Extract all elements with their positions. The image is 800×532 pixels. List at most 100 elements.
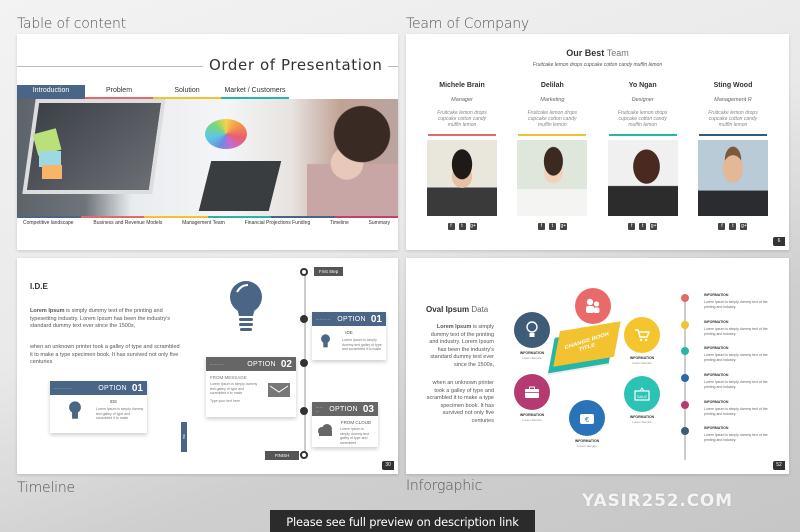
label-head: INFORMATION <box>519 351 545 355</box>
slide-title: Order of Presentation <box>203 56 389 74</box>
timeline-dot[interactable] <box>681 427 689 435</box>
header-caption: — — — — — <box>54 386 73 390</box>
google-plus-icon[interactable]: g+ <box>559 223 567 230</box>
info-circle-sale[interactable]: SALE <box>624 376 660 412</box>
timeline-dot[interactable] <box>681 347 689 355</box>
option-word: OPTION <box>98 384 127 392</box>
twitter-icon[interactable]: t <box>729 223 737 230</box>
option-card-body: FROM CLOUD Lorem Ipsum is simply dummy t… <box>312 416 378 449</box>
info-circle-people[interactable] <box>575 288 611 324</box>
timeline-item-desc: Lorem Ipsum is simply dummy text of the … <box>704 407 768 416</box>
option-number: 02 <box>280 358 292 370</box>
timeline-dot[interactable] <box>681 374 689 382</box>
option-card-02[interactable]: — — — — OPTION 02 FROM MESSAGE Lorem Ips… <box>206 357 296 417</box>
slide-timeline[interactable]: I.D.E Lorem Ipsum is simply dummy text o… <box>17 258 398 474</box>
google-plus-icon[interactable]: g+ <box>740 223 748 230</box>
toc-item[interactable]: Management Team <box>182 220 225 226</box>
team-heading: Our Best Team <box>406 48 789 58</box>
hero-photo-designer-at-desk <box>17 99 398 216</box>
option-card-body: FROM MESSAGE Lorem Ipsum is simply dummy… <box>206 371 296 407</box>
option-card-01[interactable]: — — — — OPTION 01 IDE Lorem Ipsum is sim… <box>312 312 386 360</box>
bottom-bar-segment <box>80 216 144 218</box>
member-desc: Fruitcake lemon drops cupcake cotton can… <box>437 110 487 128</box>
timeline-dot[interactable] <box>681 294 689 302</box>
facebook-icon[interactable]: f <box>447 223 455 230</box>
google-plus-icon[interactable]: g+ <box>469 223 477 230</box>
toc-item[interactable]: Competitive landscape <box>23 220 74 226</box>
toc-tabs: Introduction Problem Solution Market / C… <box>17 85 289 99</box>
option-card-header: — — — OPTION 03 <box>312 402 378 416</box>
toc-item[interactable]: Financial Projections Funding <box>245 220 311 226</box>
timeline-item: INFORMATION Lorem Ipsum is simply dummy t… <box>704 373 778 389</box>
option-word: OPTION <box>329 405 358 413</box>
option-card-header: — — — — OPTION 01 <box>312 312 386 326</box>
member-desc: Fruitcake lemon drops cupcake cotton can… <box>708 110 758 128</box>
slide-team-of-company[interactable]: Our Best Team Fruitcake lemon drops cupc… <box>406 34 789 250</box>
cart-icon <box>635 329 650 342</box>
google-plus-icon[interactable]: g+ <box>650 223 658 230</box>
timeline-item-desc: Lorem Ipsum is simply dummy text of the … <box>704 380 768 389</box>
toc-tab-introduction[interactable]: Introduction <box>17 85 85 99</box>
toc-item[interactable]: Timeline <box>330 220 349 226</box>
bottom-bar-segment <box>271 216 335 218</box>
lightbulb-icon <box>69 401 81 419</box>
preview-notice[interactable]: Please see full preview on description l… <box>270 510 535 532</box>
timeline-dot[interactable] <box>681 401 689 409</box>
option-card-03[interactable]: — — — OPTION 03 FROM CLOUD Lorem Ipsum i… <box>312 402 378 447</box>
timeline-node[interactable] <box>300 359 308 367</box>
para-bold: Lorem Ipsum <box>30 308 65 314</box>
twitter-icon[interactable]: t <box>639 223 647 230</box>
slide-table-of-content[interactable]: Order of Presentation Introduction Probl… <box>17 34 398 250</box>
toc-item[interactable]: Business and Revenue Models <box>93 220 162 226</box>
timeline-dot[interactable] <box>681 321 689 329</box>
info-label: INFORMATIONLorem Service <box>562 439 612 448</box>
toc-item[interactable]: Summary <box>369 220 390 226</box>
timeline-node[interactable] <box>300 268 308 276</box>
info-label: INFORMATIONLorem Service <box>617 415 667 424</box>
member-role: Designer <box>631 97 654 103</box>
sticky-note <box>42 165 62 179</box>
facebook-icon[interactable]: f <box>628 223 636 230</box>
heading-light: Team <box>606 48 629 58</box>
info-circle-money[interactable]: € <box>569 400 605 436</box>
book-illustration: CHANGE BOOK TITLE <box>553 321 621 367</box>
tab-label: Market / Customers <box>224 87 286 94</box>
toc-tab-problem[interactable]: Problem <box>85 85 153 99</box>
timeline-item-desc: Lorem Ipsum is simply dummy text of the … <box>704 300 768 309</box>
option-word: OPTION <box>337 315 366 323</box>
intro-paragraph: Lorem Ipsum is simply dummy text of the … <box>426 324 494 369</box>
twitter-icon[interactable]: t <box>548 223 556 230</box>
facebook-icon[interactable]: f <box>537 223 545 230</box>
section-label-table-of-content: Table of content <box>17 16 126 32</box>
team-member: Yo Ngan Designer Fruitcake lemon drops c… <box>607 82 679 230</box>
info-circle-bulb[interactable] <box>514 312 550 348</box>
title-light: Data <box>471 305 489 314</box>
label-head: INFORMATION <box>574 439 600 443</box>
member-color-bar <box>698 134 767 136</box>
option-card-body: IDE Lorem Ipsum is simply dummy text gal… <box>50 395 147 425</box>
watermark: YASIR252.COM <box>582 491 733 511</box>
social-links: f t g+ <box>516 223 588 230</box>
member-role: Marketing <box>540 97 565 103</box>
info-label: INFORMATIONLorem Service <box>617 356 667 365</box>
twitter-icon[interactable]: t <box>458 223 466 230</box>
facebook-icon[interactable]: f <box>718 223 726 230</box>
social-links: f t g+ <box>697 223 769 230</box>
toc-tab-solution[interactable]: Solution <box>153 85 221 99</box>
page-number: 52 <box>773 461 785 470</box>
info-circle-cart[interactable] <box>624 317 660 353</box>
timeline-node[interactable] <box>300 451 308 459</box>
toc-tab-market-customers[interactable]: Market / Customers <box>221 85 289 99</box>
side-tab[interactable]: IDE <box>181 422 187 452</box>
timeline-node[interactable] <box>300 315 308 323</box>
info-circle-briefcase[interactable] <box>514 374 550 410</box>
option-card-01-ide[interactable]: — — — — — OPTION 01 IDE Lorem Ipsum is s… <box>50 381 147 433</box>
option-footer: Type your text here <box>210 398 240 403</box>
timeline-item-desc: Lorem Ipsum is simply dummy text of the … <box>704 353 768 362</box>
bottom-color-bar <box>17 216 398 218</box>
slide-infographic[interactable]: Oval Ipsum Data Lorem Ipsum is simply du… <box>406 258 789 474</box>
timeline-node[interactable] <box>300 407 308 415</box>
option-title: FROM MESSAGE <box>210 375 247 380</box>
member-role: Management R <box>714 97 752 103</box>
drawing-tablet-image <box>198 161 282 211</box>
